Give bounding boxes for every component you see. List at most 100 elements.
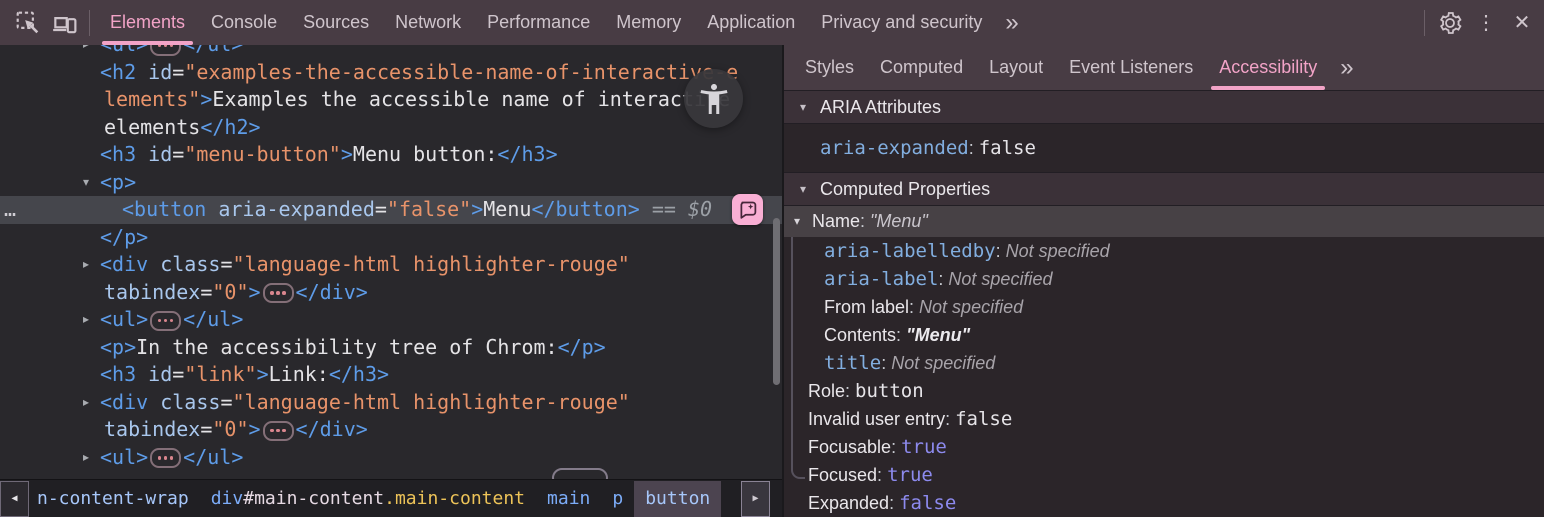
colon: : [969, 138, 979, 158]
sidebar-tab-event-listeners[interactable]: Event Listeners [1056, 45, 1206, 90]
close-icon[interactable]: ✕ [1504, 5, 1540, 41]
aria-attribute-name: aria-expanded [820, 137, 969, 159]
dom-tree-node[interactable]: tabindex="0"></div> [0, 416, 782, 444]
dom-tree-node[interactable]: <h3 id="menu-button">Menu button:</h3> [0, 141, 782, 169]
collapsed-content-ellipsis[interactable] [150, 448, 181, 468]
computed-property-row-focusable: Focusable: true [784, 433, 1544, 461]
code-token: <ul> [100, 307, 148, 331]
computed-property-row-role: Role: button [784, 377, 1544, 405]
sidebar-tab-accessibility[interactable]: Accessibility [1206, 45, 1330, 90]
code-token: <ul> [100, 445, 148, 469]
code-token: Examples the accessible name of interact… [212, 87, 730, 111]
device-toolbar-icon[interactable] [46, 5, 82, 41]
expand-arrow-open-icon[interactable]: ▾ [83, 169, 89, 197]
more-panels-chevron-icon[interactable]: » [995, 2, 1028, 44]
breadcrumb-part: p [612, 488, 623, 509]
inspect-element-icon[interactable] [10, 5, 46, 41]
sidebar-tab-styles[interactable]: Styles [792, 45, 867, 90]
section-expand-arrow-icon[interactable]: ▾ [800, 182, 806, 196]
code-token: </h3> [497, 142, 557, 166]
dom-tree-node[interactable]: lements">Examples the accessible name of… [0, 86, 782, 114]
breadcrumb-item-div-main-content-main-content[interactable]: div#main-content.main-content [200, 481, 536, 517]
settings-gear-icon[interactable] [1432, 5, 1468, 41]
computed-property-row-title: title: Not specified [784, 349, 1544, 377]
colon: : [860, 211, 870, 231]
dom-tree-node[interactable]: </p> [0, 224, 782, 252]
code-token: = [172, 142, 184, 166]
dom-lines: ▸<ul></ul><h2 id="examples-the-accessibl… [0, 45, 782, 471]
dom-tree-node[interactable]: ▸<ul></ul> [0, 306, 782, 334]
dom-tree-node[interactable]: ▸<ul></ul> [0, 45, 782, 59]
breadcrumb-item-p[interactable]: p [601, 481, 634, 517]
devtools-window: ElementsConsoleSourcesNetworkPerformance… [0, 0, 1544, 517]
expand-arrow-closed-icon[interactable]: ▸ [83, 306, 89, 334]
expand-arrow-open-icon[interactable]: ▾ [794, 206, 800, 237]
expand-arrow-closed-icon[interactable]: ▸ [83, 251, 89, 279]
code-token: </p> [100, 225, 148, 249]
tab-console[interactable]: Console [198, 0, 290, 45]
code-token: class [160, 390, 220, 414]
dom-tree-node[interactable]: ▸<div class="language-html highlighter-r… [0, 251, 782, 279]
dom-tree-node[interactable]: elements</h2> [0, 114, 782, 142]
collapsed-content-ellipsis[interactable] [150, 311, 181, 331]
section-expand-arrow-icon[interactable]: ▾ [800, 100, 806, 114]
dom-tree-node[interactable]: …<button aria-expanded="false">Menu</but… [0, 196, 782, 224]
collapsed-content-ellipsis[interactable] [263, 283, 294, 303]
breadcrumb-list: n-content-wrapdiv#main-content.main-cont… [29, 481, 721, 517]
colon: : [877, 465, 887, 485]
tab-elements[interactable]: Elements [97, 0, 198, 45]
expand-arrow-closed-icon[interactable]: ▸ [83, 444, 89, 472]
toolbar-divider [1424, 10, 1425, 36]
code-token: "menu-button" [184, 142, 341, 166]
sidebar-tab-layout[interactable]: Layout [976, 45, 1056, 90]
computed-properties-header[interactable]: ▾ Computed Properties [784, 172, 1544, 206]
breadcrumb-part: #main-content [243, 488, 384, 509]
breadcrumb-scroll-right-icon[interactable]: ▶ [741, 481, 770, 517]
vertical-scrollbar-thumb[interactable] [773, 218, 780, 385]
dom-tree-node[interactable]: ▾<p> [0, 169, 782, 197]
ask-ai-badge-icon[interactable] [732, 194, 763, 225]
dom-tree-node[interactable]: <p>In the accessibility tree of Chrom:</… [0, 334, 782, 362]
code-token: id [148, 362, 172, 386]
breadcrumb-item-n-content-wrap[interactable]: n-content-wrap [29, 481, 200, 517]
colon: : [845, 381, 855, 401]
tab-privacy-and-security[interactable]: Privacy and security [808, 0, 995, 45]
kebab-menu-icon[interactable]: ⋮ [1468, 5, 1504, 41]
tab-sources[interactable]: Sources [290, 0, 382, 45]
code-token: </div> [296, 417, 368, 441]
computed-name-row[interactable]: ▾Name: "Menu" [784, 206, 1544, 237]
breadcrumb-scroll-left-icon[interactable]: ◀ [0, 481, 29, 517]
expand-arrow-closed-icon[interactable]: ▸ [83, 45, 89, 59]
tab-performance[interactable]: Performance [474, 0, 603, 45]
code-token: = [172, 60, 184, 84]
computed-property-row-from-label: From label: Not specified [784, 293, 1544, 321]
dom-tree-node[interactable]: ▸<div class="language-html highlighter-r… [0, 389, 782, 417]
devtools-toolbar: ElementsConsoleSourcesNetworkPerformance… [0, 0, 1544, 45]
dom-tree-node[interactable]: <h3 id="link">Link:</h3> [0, 361, 782, 389]
dom-tree-node[interactable]: ▸<ul></ul> [0, 444, 782, 472]
row-options-ellipsis-icon[interactable]: … [4, 196, 17, 224]
toolbar-divider [89, 10, 90, 36]
collapsed-content-ellipsis[interactable] [263, 421, 294, 441]
property-name: Expanded [808, 493, 889, 513]
tab-network[interactable]: Network [382, 0, 474, 45]
property-value: true [901, 436, 947, 458]
expand-arrow-closed-icon[interactable]: ▸ [83, 389, 89, 417]
accessibility-pane: StylesComputedLayoutEvent ListenersAcces… [784, 45, 1544, 517]
sidebar-tab-computed[interactable]: Computed [867, 45, 976, 90]
dom-tree-node[interactable]: <h2 id="examples-the-accessible-name-of-… [0, 59, 782, 87]
tab-application[interactable]: Application [694, 0, 808, 45]
code-token: = [200, 417, 212, 441]
more-sidebar-tabs-chevron-icon[interactable]: » [1330, 47, 1363, 89]
dom-tree-node[interactable]: tabindex="0"></div> [0, 279, 782, 307]
code-token: > [257, 362, 269, 386]
computed-property-row-expanded: Expanded: false [784, 489, 1544, 517]
aria-attributes-header[interactable]: ▾ ARIA Attributes [784, 90, 1544, 124]
code-token: > [471, 197, 483, 221]
collapsed-content-ellipsis[interactable] [150, 45, 181, 56]
tab-memory[interactable]: Memory [603, 0, 694, 45]
sidebar-tabs: StylesComputedLayoutEvent ListenersAcces… [784, 45, 1544, 90]
code-token: == [640, 197, 688, 221]
breadcrumb-item-main[interactable]: main [536, 481, 601, 517]
breadcrumb-item-button[interactable]: button [634, 481, 721, 517]
